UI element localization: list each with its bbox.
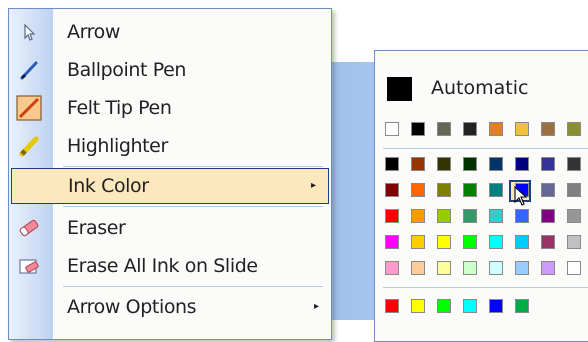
color-separator (383, 287, 588, 288)
eraser-icon (16, 215, 42, 241)
color-swatch[interactable] (437, 261, 451, 275)
more-color-swatch[interactable] (411, 299, 425, 313)
menu-separator (63, 286, 323, 287)
color-swatch[interactable] (567, 183, 581, 197)
color-swatch[interactable] (463, 209, 477, 223)
recent-color-swatch[interactable] (567, 122, 581, 136)
color-swatch[interactable] (411, 235, 425, 249)
more-color-swatch[interactable] (515, 299, 529, 313)
color-swatch[interactable] (515, 157, 529, 171)
automatic-color-option[interactable]: Automatic (375, 65, 588, 109)
color-swatch[interactable] (541, 235, 555, 249)
color-swatch[interactable] (385, 183, 399, 197)
color-swatch[interactable] (567, 235, 581, 249)
felt-tip-pen-icon (16, 95, 42, 121)
more-color-swatch[interactable] (385, 299, 399, 313)
color-swatch[interactable] (541, 157, 555, 171)
recent-color-swatch[interactable] (437, 122, 451, 136)
menu-item-ink-color[interactable]: Ink Color ▸ (11, 168, 329, 204)
menu-item-eraser[interactable]: Eraser (9, 210, 331, 246)
ink-color-submenu: Automatic (374, 50, 588, 342)
highlighter-icon (16, 133, 42, 159)
color-swatch[interactable] (385, 209, 399, 223)
color-swatch[interactable] (489, 157, 503, 171)
color-swatch[interactable] (567, 261, 581, 275)
color-separator (383, 148, 588, 149)
color-swatch[interactable] (463, 261, 477, 275)
color-swatch[interactable] (489, 261, 503, 275)
menu-item-highlighter[interactable]: Highlighter (9, 128, 331, 164)
color-swatch[interactable] (541, 261, 555, 275)
menu-item-felt-tip-pen[interactable]: Felt Tip Pen (9, 90, 331, 126)
more-color-swatch[interactable] (463, 299, 477, 313)
recent-color-swatch[interactable] (489, 122, 503, 136)
color-swatch[interactable] (515, 209, 529, 223)
menu-item-ballpoint-pen[interactable]: Ballpoint Pen (9, 52, 331, 88)
color-swatch[interactable] (463, 183, 477, 197)
ballpoint-pen-icon (16, 57, 42, 83)
recent-color-swatch[interactable] (411, 122, 425, 136)
color-swatch[interactable] (541, 183, 555, 197)
color-swatch[interactable] (437, 157, 451, 171)
color-swatch[interactable] (437, 209, 451, 223)
color-swatch[interactable] (567, 209, 581, 223)
color-swatch[interactable] (411, 261, 425, 275)
recent-color-swatch[interactable] (541, 122, 555, 136)
recent-color-swatch[interactable] (385, 122, 399, 136)
color-swatch[interactable] (489, 183, 503, 197)
color-swatch[interactable] (489, 209, 503, 223)
color-swatch[interactable] (385, 261, 399, 275)
mouse-cursor-icon (514, 186, 528, 206)
color-swatch[interactable] (385, 235, 399, 249)
color-swatch[interactable] (385, 157, 399, 171)
more-color-swatch[interactable] (489, 299, 503, 313)
color-swatch[interactable] (567, 157, 581, 171)
color-swatch[interactable] (515, 261, 529, 275)
color-swatch[interactable] (411, 209, 425, 223)
menu-separator (63, 206, 323, 207)
color-swatch[interactable] (515, 235, 529, 249)
color-swatch[interactable] (411, 183, 425, 197)
recent-color-swatch[interactable] (515, 122, 529, 136)
menu-item-arrow[interactable]: Arrow (9, 14, 331, 50)
color-swatch[interactable] (437, 235, 451, 249)
automatic-color-swatch (387, 77, 412, 101)
menu-item-erase-all-ink[interactable]: Erase All Ink on Slide (9, 248, 331, 284)
erase-all-ink-icon (16, 253, 42, 279)
arrow-pointer-icon (16, 19, 42, 45)
color-swatch[interactable] (489, 235, 503, 249)
pen-popup-menu: Arrow Ballpoint Pen Felt Tip Pen Highlig… (8, 8, 332, 340)
submenu-arrow-icon: ▸ (310, 180, 316, 191)
menu-separator (63, 166, 323, 167)
color-swatch[interactable] (437, 183, 451, 197)
recent-color-swatch[interactable] (463, 122, 477, 136)
more-color-swatch[interactable] (437, 299, 451, 313)
color-swatch[interactable] (541, 209, 555, 223)
color-swatch[interactable] (463, 235, 477, 249)
color-swatch[interactable] (463, 157, 477, 171)
color-swatch[interactable] (411, 157, 425, 171)
